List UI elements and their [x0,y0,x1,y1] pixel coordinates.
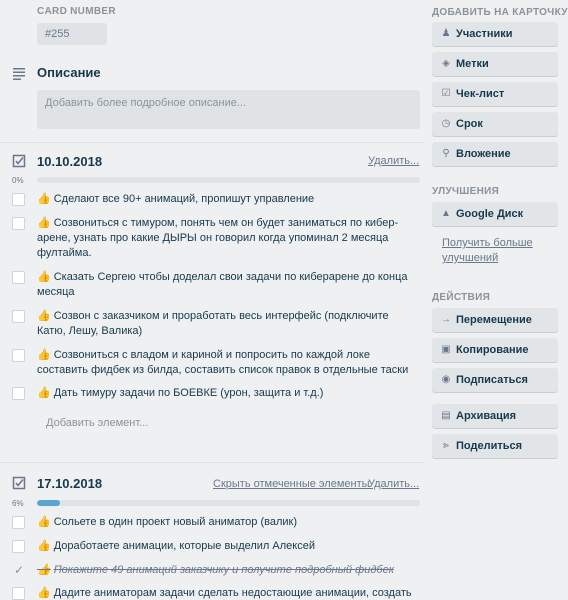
checklist-item-text[interactable]: 👍 Сольете в один проект новый аниматор (в… [37,515,417,530]
thumbs-up-icon: 👍 [37,271,51,283]
checklist-progress-bar [37,177,420,183]
checklist-button[interactable]: ☑ Чек-лист [432,82,558,106]
checklist-item-text[interactable]: 👍 Сказать Сергею чтобы доделал свои задач… [37,270,417,300]
archive-button[interactable]: ▤ Архивация [432,404,558,428]
thumbs-up-icon: 👍 [37,349,51,361]
checklist-progress-bar [37,500,420,506]
checklist-item-checkbox[interactable] [12,271,25,284]
checklist-item-checkbox[interactable] [12,193,25,206]
add-to-card-label: ДОБАВИТЬ НА КАРТОЧКУ [432,7,568,18]
tag-icon: ◈ [442,58,450,69]
thumbs-up-icon: 👍 [37,587,51,599]
checklist-icon [12,154,26,168]
share-button[interactable]: ⪢ Поделиться [432,434,558,458]
eye-icon: ◉ [441,374,451,385]
divider [0,462,424,463]
paperclip-icon: ⚲ [442,148,450,159]
checklist-item-text[interactable]: 👍 Созвониться с тимуром, понять чем он бу… [37,216,417,261]
checklist-item-checkbox[interactable] [12,587,25,600]
checklist-item-text[interactable]: 👍 Дадите аниматорам задачи сделать недост… [37,586,417,600]
card-main: CARD NUMBER #255 Описание Добавить более… [0,0,424,600]
checklist-item-checkbox[interactable] [12,349,25,362]
divider [0,142,424,143]
share-icon: ⪢ [443,440,449,451]
subscribe-button[interactable]: ◉ Подписаться [432,368,558,392]
arrow-right-icon: → [441,314,451,325]
powerups-label: УЛУЧШЕНИЯ [432,186,500,197]
checklist-title: 17.10.2018 [37,476,103,491]
checklist-item-checkbox[interactable] [12,310,25,323]
card-number-label: CARD NUMBER [37,6,116,17]
checklist-item-text[interactable]: 👍 Доработаете анимации, которые выделил А… [37,539,417,554]
thumbs-up-icon: 👍 [37,387,51,399]
checklist-item-checkbox[interactable] [12,563,25,577]
get-more-powerups-link[interactable]: Получить больше улучшений [442,236,562,266]
thumbs-up-icon: 👍 [37,310,51,322]
thumbs-up-icon: 👍 [37,516,51,528]
thumbs-up-icon: 👍 [37,217,51,229]
due-date-button[interactable]: ◷ Срок [432,112,558,136]
checklist-delete-link[interactable]: Удалить... [368,155,419,167]
copy-icon: ▣ [441,344,451,355]
checklist-icon: ☑ [441,88,451,99]
checklist-item-checkbox[interactable] [12,217,25,230]
attachment-button[interactable]: ⚲ Вложение [432,142,558,166]
card-sidebar: ДОБАВИТЬ НА КАРТОЧКУ ♟ Участники ◈ Метки ☑… [432,0,568,600]
checklist-item-text[interactable]: 👍 Созвон с заказчиком и проработать весь … [37,309,417,339]
actions-label: ДЕЙСТВИЯ [432,292,491,303]
checklist-title: 10.10.2018 [37,154,103,169]
person-icon: ♟ [441,28,451,39]
checklist-delete-link[interactable]: Удалить... [368,478,419,490]
checklist-item-text[interactable]: 👍 Сделают все 90+ анимаций, пропишут упра… [37,192,417,207]
thumbs-up-icon: 👍 [37,540,51,552]
checklist-item-text[interactable]: 👍 Дать тимуру задачи по БОЕВКЕ (урон, защ… [37,386,417,401]
checklist-item-text[interactable]: 👍 Созвониться с владом и кариной и попрос… [37,348,417,378]
copy-button[interactable]: ▣ Копирование [432,338,558,362]
members-button[interactable]: ♟ Участники [432,22,558,46]
description-icon [13,68,25,80]
checklist-progress-percent: 6% [12,499,24,508]
checklist-progress-fill [37,500,60,506]
google-drive-icon: ▲ [441,208,451,219]
checklist-item-checkbox[interactable] [12,540,25,553]
labels-button[interactable]: ◈ Метки [432,52,558,76]
card-number-value[interactable]: #255 [37,23,107,45]
checklist-item-checkbox[interactable] [12,516,25,529]
checklist-icon [12,476,26,490]
archive-icon: ▤ [441,410,451,421]
description-title: Описание [37,65,101,80]
clock-icon: ◷ [441,118,451,129]
checklist-progress-percent: 0% [12,176,24,185]
google-drive-button[interactable]: ▲ Google Диск [432,202,558,226]
description-input[interactable]: Добавить более подробное описание... [37,90,420,129]
hide-checked-items-link[interactable]: Скрыть отмеченные элементы [213,478,370,490]
checklist-item-text[interactable]: 👍 Покажите 49 анимаций заказчику и получи… [37,563,417,578]
checklist-item-checkbox[interactable] [12,387,25,400]
move-button[interactable]: → Перемещение [432,308,558,332]
add-checklist-item-button[interactable]: Добавить элемент... [46,417,148,429]
thumbs-up-icon: 👍 [37,564,51,576]
thumbs-up-icon: 👍 [37,193,51,205]
